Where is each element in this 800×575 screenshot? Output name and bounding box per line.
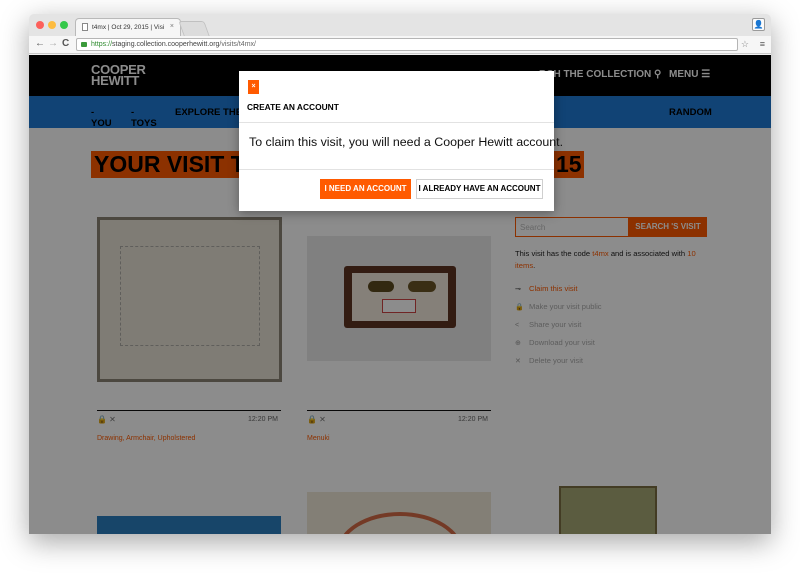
tab-title: t4mx | Oct 29, 2015 | Visi: [92, 24, 165, 31]
create-account-modal: × CREATE AN ACCOUNT To claim this visit,…: [239, 71, 563, 211]
new-tab-button[interactable]: [178, 21, 210, 36]
modal-title: CREATE AN ACCOUNT: [247, 102, 339, 112]
maximize-window-button[interactable]: [60, 21, 68, 29]
tab-strip: t4mx | Oct 29, 2015 | Visi × 👤: [29, 14, 771, 36]
url-scheme: https://: [91, 41, 113, 48]
need-account-button[interactable]: I NEED AN ACCOUNT: [320, 179, 411, 199]
reload-button[interactable]: C: [62, 38, 69, 50]
modal-message: To claim this visit, you will need a Coo…: [249, 135, 564, 149]
browser-menu-icon[interactable]: ≡: [760, 39, 765, 49]
lock-icon: [81, 42, 87, 47]
browser-tab[interactable]: t4mx | Oct 29, 2015 | Visi ×: [75, 18, 181, 36]
browser-toolbar: ← → C https://staging.collection.cooperh…: [29, 36, 771, 54]
have-account-button[interactable]: I ALREADY HAVE AN ACCOUNT: [416, 179, 543, 199]
modal-divider: [239, 169, 554, 170]
browser-window: t4mx | Oct 29, 2015 | Visi × 👤 ← → C htt…: [29, 14, 771, 534]
web-page: COOPER HEWITT RCH THE COLLECTION ⚲ MENU …: [29, 55, 771, 534]
back-button[interactable]: ←: [35, 38, 45, 50]
modal-divider: [239, 122, 554, 123]
profile-icon[interactable]: 👤: [752, 18, 765, 31]
minimize-window-button[interactable]: [48, 21, 56, 29]
close-window-button[interactable]: [36, 21, 44, 29]
page-icon: [82, 23, 88, 31]
url-path: /visits/t4mx/: [219, 41, 256, 48]
url-host: staging.collection.cooperhewitt.org: [112, 41, 220, 48]
bookmark-star-icon[interactable]: ☆: [741, 39, 749, 49]
address-bar[interactable]: https://staging.collection.cooperhewitt.…: [76, 38, 738, 51]
close-tab-icon[interactable]: ×: [170, 23, 174, 30]
close-icon[interactable]: ×: [248, 80, 259, 94]
forward-button[interactable]: →: [48, 38, 58, 50]
